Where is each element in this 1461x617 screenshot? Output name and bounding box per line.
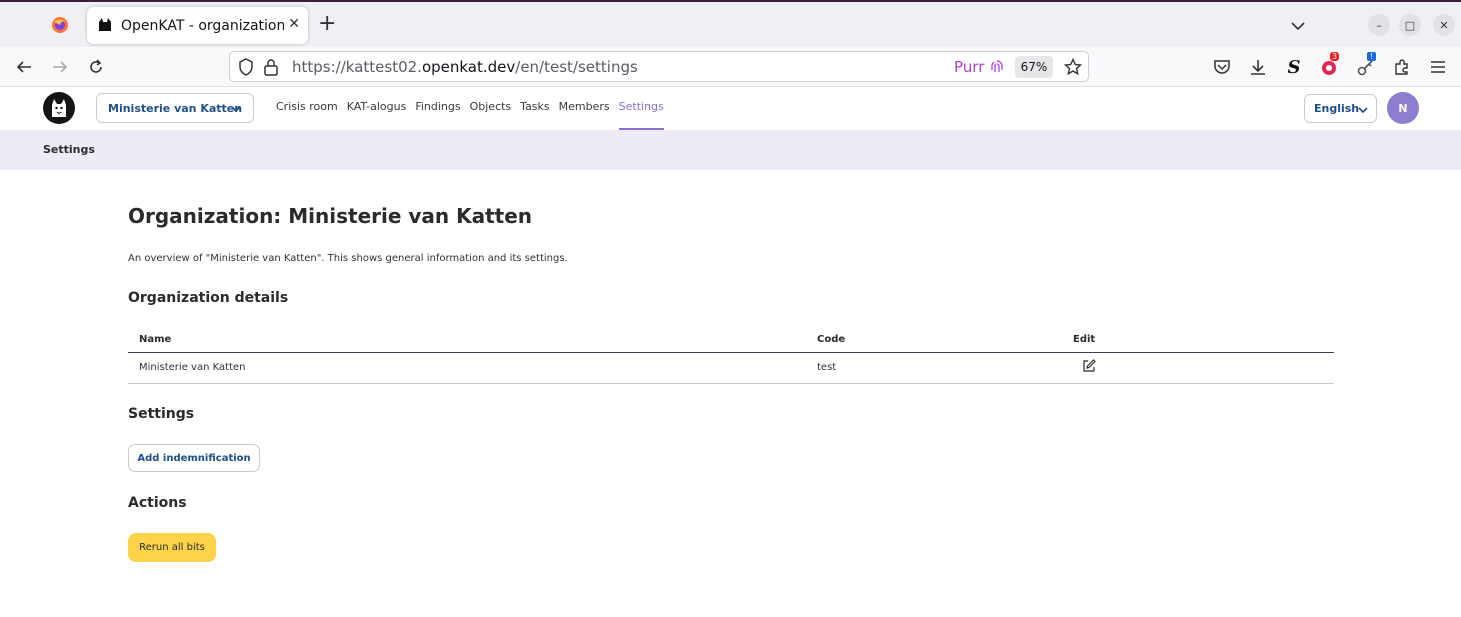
breadcrumb-bar: Settings bbox=[0, 130, 1461, 170]
language-select[interactable]: English bbox=[1304, 94, 1377, 123]
firefox-view-icon[interactable] bbox=[42, 10, 78, 40]
minimize-icon[interactable]: – bbox=[1368, 14, 1390, 36]
rerun-all-bits-button[interactable]: Rerun all bits bbox=[128, 533, 216, 562]
tab-list-chevron-icon[interactable] bbox=[1291, 16, 1305, 35]
column-header-name: Name bbox=[139, 334, 172, 345]
extensions-puzzle-icon[interactable] bbox=[1391, 56, 1413, 78]
url-domain: openkat.dev bbox=[421, 58, 516, 76]
site-header: Ministerie van Katten Crisis room KAT-al… bbox=[0, 88, 1461, 130]
lock-icon[interactable] bbox=[264, 58, 278, 80]
purr-extension-label[interactable]: Purr bbox=[954, 58, 984, 76]
chevron-down-icon bbox=[231, 103, 241, 116]
reload-icon[interactable] bbox=[85, 56, 107, 78]
nav-kat-alogus[interactable]: KAT-alogus bbox=[347, 88, 407, 130]
org-name-cell: Ministerie van Katten bbox=[139, 362, 246, 373]
nav-crisis-room[interactable]: Crisis room bbox=[276, 88, 338, 130]
browser-nav-bar: https://kattest02.openkat.dev/en/test/se… bbox=[0, 47, 1461, 87]
organization-details-table: Name Code Edit Ministerie van Katten tes… bbox=[128, 330, 1334, 384]
bookmark-star-icon[interactable] bbox=[1063, 57, 1083, 80]
new-tab-icon[interactable]: + bbox=[318, 12, 336, 36]
edit-icon[interactable] bbox=[1082, 358, 1096, 372]
downloads-icon[interactable] bbox=[1247, 56, 1269, 78]
settings-heading: Settings bbox=[128, 406, 195, 422]
zoom-level[interactable]: 67% bbox=[1015, 56, 1053, 78]
nav-members[interactable]: Members bbox=[559, 88, 610, 130]
organization-select[interactable]: Ministerie van Katten bbox=[96, 93, 254, 123]
pocket-icon[interactable] bbox=[1211, 56, 1233, 78]
url-bar[interactable]: https://kattest02.openkat.dev/en/test/se… bbox=[229, 51, 1089, 82]
nav-objects[interactable]: Objects bbox=[470, 88, 512, 130]
language-select-label: English bbox=[1314, 102, 1360, 115]
column-header-edit: Edit bbox=[1073, 334, 1096, 345]
column-header-code: Code bbox=[817, 334, 846, 345]
org-code-cell: test bbox=[817, 362, 837, 373]
breadcrumb[interactable]: Settings bbox=[43, 143, 95, 156]
openkat-logo[interactable] bbox=[43, 92, 75, 124]
page-title: Organization: Ministerie van Katten bbox=[128, 204, 533, 228]
extension-badge: 3 bbox=[1330, 52, 1340, 61]
add-indemnification-button[interactable]: Add indemnification bbox=[128, 444, 260, 472]
url-prefix: https://kattest02. bbox=[292, 58, 422, 76]
tab-title: OpenKAT - organization_ bbox=[121, 17, 284, 34]
url-text[interactable]: https://kattest02.openkat.dev/en/test/se… bbox=[292, 58, 638, 76]
nav-settings[interactable]: Settings bbox=[618, 88, 664, 130]
nav-tasks[interactable]: Tasks bbox=[520, 88, 549, 130]
url-path: /en/test/settings bbox=[515, 58, 638, 76]
maximize-icon[interactable]: □ bbox=[1399, 14, 1421, 36]
extension-alert-badge: ! bbox=[1367, 52, 1377, 61]
table-header-row: Name Code Edit bbox=[128, 330, 1334, 353]
browser-tab-bar: OpenKAT - organization_ ✕ + – □ ✕ bbox=[0, 0, 1461, 47]
organization-select-label: Ministerie van Katten bbox=[108, 101, 243, 115]
chevron-down-icon bbox=[1358, 104, 1368, 117]
browser-tab-active[interactable]: OpenKAT - organization_ ✕ bbox=[87, 7, 308, 44]
key-extension-icon[interactable]: ! bbox=[1355, 52, 1377, 78]
forward-icon[interactable] bbox=[49, 56, 71, 78]
s-extension-icon[interactable]: S bbox=[1283, 56, 1305, 78]
back-icon[interactable] bbox=[13, 56, 35, 78]
page-intro: An overview of "Ministerie van Katten". … bbox=[128, 253, 568, 264]
menu-hamburger-icon[interactable] bbox=[1427, 56, 1449, 78]
fingerprint-icon[interactable] bbox=[990, 59, 1004, 79]
close-icon[interactable]: ✕ bbox=[288, 16, 300, 32]
main-nav: Crisis room KAT-alogus Findings Objects … bbox=[276, 88, 673, 130]
red-extension-icon[interactable]: 3 bbox=[1319, 52, 1341, 78]
window-close-icon[interactable]: ✕ bbox=[1433, 14, 1455, 36]
organization-details-heading: Organization details bbox=[128, 290, 289, 306]
openkat-tab-icon bbox=[97, 16, 113, 36]
shield-icon[interactable] bbox=[238, 58, 254, 80]
actions-heading: Actions bbox=[128, 495, 187, 511]
nav-findings[interactable]: Findings bbox=[415, 88, 460, 130]
user-avatar[interactable]: N bbox=[1387, 92, 1419, 124]
